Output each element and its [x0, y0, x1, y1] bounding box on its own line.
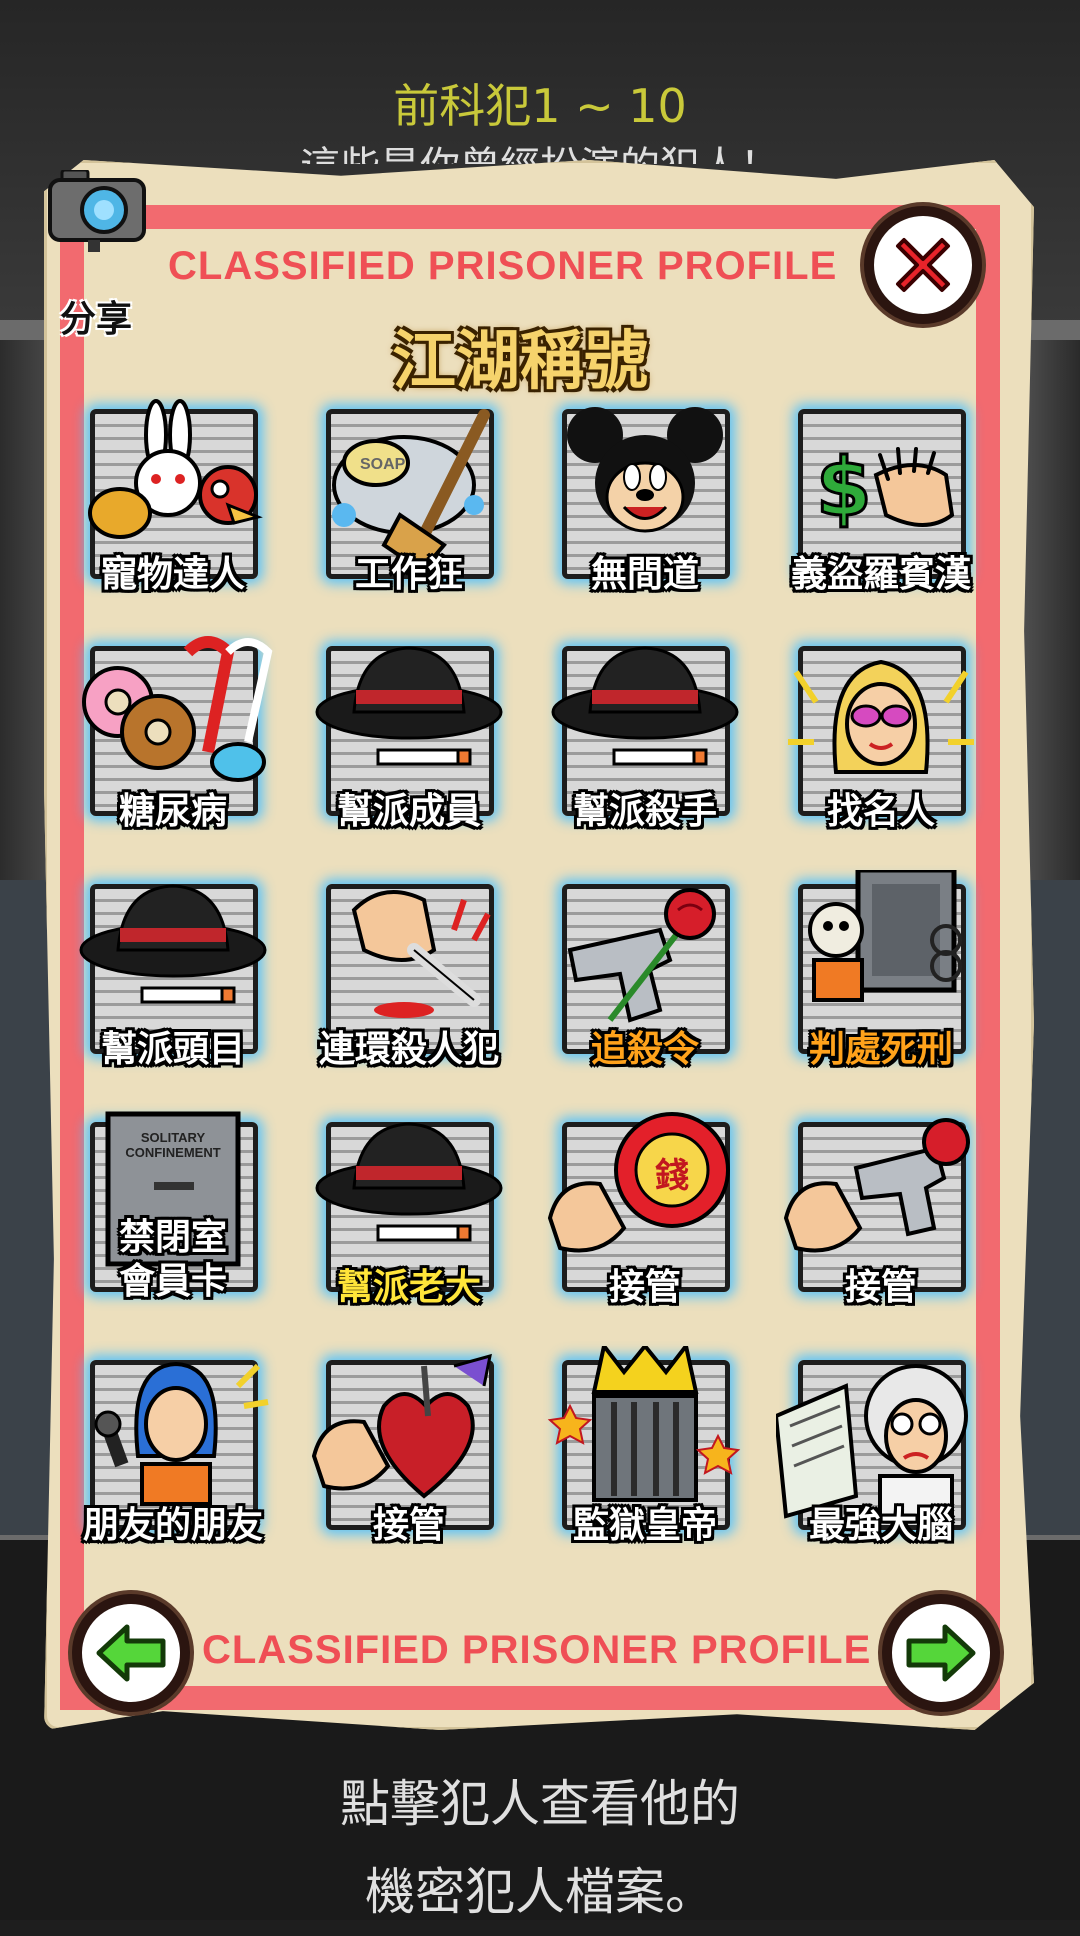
- tile-label: 幫派殺手: [572, 791, 717, 832]
- tile-gang-member[interactable]: 幫派成員: [304, 632, 514, 842]
- arrow-left-icon: [96, 1624, 166, 1682]
- camera-icon: [48, 170, 146, 252]
- tile-label: 幫派成員: [336, 791, 481, 832]
- hint-text: 點擊犯人查看他的 機密犯人檔案。: [0, 1760, 1080, 1936]
- prev-page-button[interactable]: [72, 1594, 190, 1712]
- tile-gang-leader[interactable]: 幫派頭目: [68, 870, 278, 1080]
- svg-text:SOAP: SOAP: [360, 456, 406, 473]
- tile-serial-killer[interactable]: 連環殺人犯: [304, 870, 514, 1080]
- tile-takeover-gun[interactable]: 接管: [776, 1108, 986, 1318]
- tile-label: 朋友的朋友: [82, 1505, 263, 1546]
- tile-celebrity[interactable]: 找名人: [776, 632, 986, 842]
- tile-pet-master[interactable]: 寵物達人: [68, 395, 278, 605]
- tile-label: 禁閉室 會員卡: [118, 1217, 227, 1302]
- card-top-label: CLASSIFIED PRISONER PROFILE: [168, 244, 838, 288]
- tile-label: 最強大腦: [808, 1505, 953, 1546]
- arrow-right-icon: [906, 1624, 976, 1682]
- tile-label: 糖尿病: [118, 791, 227, 832]
- tile-label: 接管: [608, 1267, 681, 1308]
- tile-gang-boss[interactable]: 幫派老大: [304, 1108, 514, 1318]
- tile-label: 工作狂: [354, 554, 463, 595]
- page-title: 前科犯1 ~ 10: [393, 79, 687, 133]
- tile-label: 義盜羅賓漢: [790, 554, 971, 595]
- page-subtitle: 這些是你曾經扮演的犯人！: [0, 134, 1080, 164]
- tile-diabetes[interactable]: 糖尿病: [68, 632, 278, 842]
- close-button[interactable]: [864, 206, 982, 324]
- share-label: 分享: [60, 299, 133, 340]
- next-page-button[interactable]: [882, 1594, 1000, 1712]
- close-icon: [896, 238, 950, 292]
- tile-label: 連環殺人犯: [318, 1029, 499, 1070]
- tile-takeover-coin[interactable]: 錢 接管: [540, 1108, 750, 1318]
- tile-kill-order[interactable]: 追殺令: [540, 870, 750, 1080]
- coin-character: 錢: [655, 1156, 689, 1196]
- tile-greatest-brain[interactable]: 最強大腦: [776, 1346, 986, 1556]
- tile-death-sentence[interactable]: 判處死刑: [776, 870, 986, 1080]
- tile-infernal-affairs[interactable]: 無間道: [540, 395, 750, 605]
- tile-takeover-heart[interactable]: 接管: [304, 1346, 514, 1556]
- tile-label: 監獄皇帝: [572, 1505, 717, 1546]
- svg-text:$: $: [816, 441, 872, 534]
- tile-prison-emperor[interactable]: 監獄皇帝: [540, 1346, 750, 1556]
- tile-workaholic[interactable]: SOAP 工作狂: [304, 395, 514, 605]
- tile-robin-hood[interactable]: $ 義盜羅賓漢: [776, 395, 986, 605]
- tile-label: 無間道: [590, 554, 699, 595]
- tile-label: 接管: [844, 1267, 917, 1308]
- tile-label: 接管: [372, 1505, 445, 1546]
- tile-gang-hitman[interactable]: 幫派殺手: [540, 632, 750, 842]
- tile-label: 追殺令: [590, 1029, 699, 1070]
- tile-label: 幫派頭目: [100, 1029, 245, 1070]
- tile-label: 幫派老大: [336, 1267, 481, 1308]
- door-text: SOLITARY CONFINEMENT: [125, 1130, 221, 1160]
- hint-line-1: 點擊犯人查看他的: [340, 1775, 740, 1833]
- tile-label: 找名人: [826, 791, 935, 832]
- hint-line-2: 機密犯人檔案。: [365, 1863, 715, 1921]
- tile-friend-of-friend[interactable]: 朋友的朋友: [68, 1346, 278, 1556]
- tile-label: 寵物達人: [100, 554, 245, 595]
- tile-label: 判處死刑: [808, 1029, 953, 1070]
- section-title: 江湖稱號: [392, 325, 648, 399]
- card-bottom-label: CLASSIFIED PRISONER PROFILE: [202, 1628, 872, 1672]
- tile-solitary-card[interactable]: SOLITARY CONFINEMENT 禁閉室 會員卡: [68, 1108, 278, 1318]
